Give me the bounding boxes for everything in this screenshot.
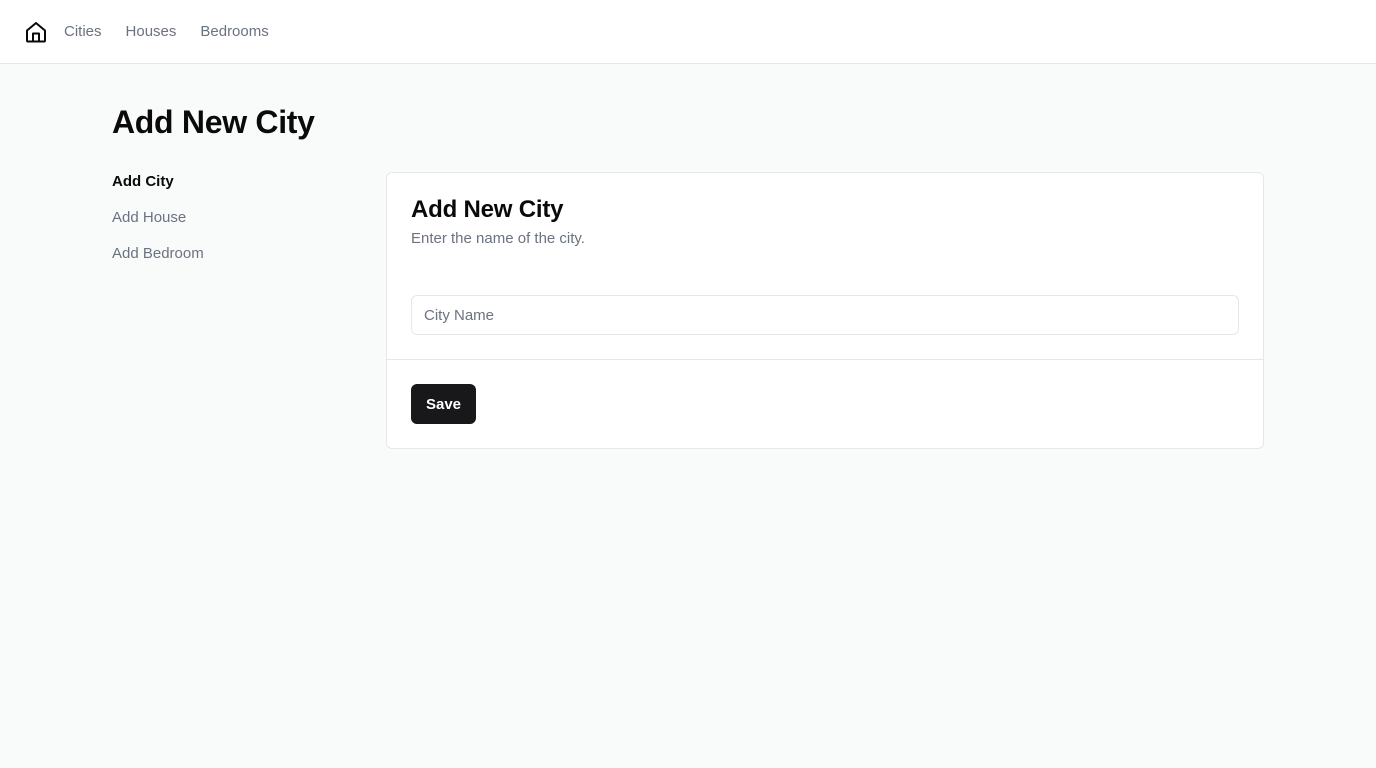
save-button[interactable]: Save	[411, 384, 476, 424]
home-icon	[26, 21, 46, 42]
home-link[interactable]	[24, 20, 48, 44]
card-header: Add New City Enter the name of the city.	[387, 173, 1263, 360]
card-description: Enter the name of the city.	[411, 230, 585, 247]
card-title: Add New City	[411, 196, 564, 223]
page-title: Add New City	[112, 104, 315, 140]
sidebar-nav: Add City Add House Add Bedroom	[112, 172, 352, 280]
sidebar-item-add-house[interactable]: Add House	[112, 208, 352, 244]
nav-link-houses[interactable]: Houses	[126, 22, 177, 42]
top-navbar: Cities Houses Bedrooms	[0, 0, 1376, 64]
sidebar-item-add-bedroom[interactable]: Add Bedroom	[112, 244, 352, 280]
sidebar-item-add-city[interactable]: Add City	[112, 172, 352, 208]
nav-link-cities[interactable]: Cities	[64, 22, 102, 42]
add-city-card: Add New City Enter the name of the city.…	[386, 172, 1264, 449]
city-name-input[interactable]	[411, 295, 1239, 335]
card-footer: Save	[387, 360, 1263, 448]
nav-link-bedrooms[interactable]: Bedrooms	[200, 22, 268, 42]
